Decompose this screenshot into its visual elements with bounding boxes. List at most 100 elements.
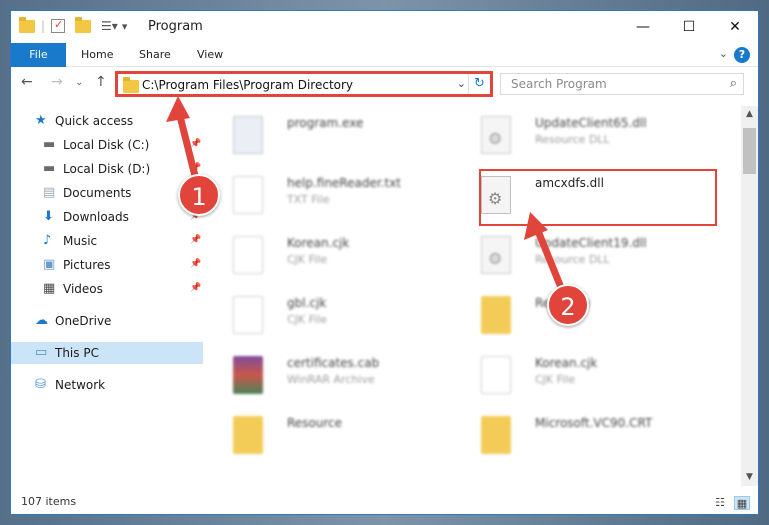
file-item[interactable]: Korean.cjk CJK File bbox=[459, 350, 699, 402]
file-item[interactable]: UpdateClient19.dll Resource DLL bbox=[459, 230, 699, 282]
file-name: Korean.cjk bbox=[287, 236, 350, 250]
file-item[interactable]: certificates.cab WinRAR Archive bbox=[211, 350, 451, 402]
address-bar[interactable]: C:\Program Files\Program Directory ⌄ ↻ bbox=[115, 71, 493, 97]
file-item[interactable]: Resource bbox=[211, 410, 451, 462]
ribbon-expand-icon[interactable]: ⌄ bbox=[719, 47, 728, 60]
window-title: Program bbox=[148, 19, 203, 34]
pin-icon[interactable]: 📌 bbox=[190, 259, 201, 269]
file-explorer-window: | ✓ ☰▾ ▾ Program — ☐ ✕ File Home Share V… bbox=[10, 10, 759, 515]
sidebar-item-label: Network bbox=[55, 378, 106, 392]
computer-icon: ▭ bbox=[35, 345, 48, 360]
scroll-up-icon[interactable]: ▲ bbox=[741, 106, 758, 123]
file-item[interactable]: UpdateClient65.dll Resource DLL bbox=[459, 110, 699, 162]
customize-toolbar-icon[interactable]: ▾ bbox=[122, 20, 128, 33]
maximize-button[interactable]: ☐ bbox=[666, 11, 712, 43]
scroll-thumb[interactable] bbox=[743, 128, 756, 174]
sidebar-item-network[interactable]: ⛁ Network bbox=[11, 374, 203, 396]
sidebar-item-music[interactable]: ♪ Music 📌 bbox=[11, 230, 203, 252]
file-list: program.exe UpdateClient65.dll Resource DL… bbox=[211, 106, 741, 486]
address-path[interactable]: C:\Program Files\Program Directory bbox=[142, 78, 353, 92]
sidebar-item-local-disk-c[interactable]: ▬ Local Disk (C:) 📌 bbox=[11, 134, 203, 156]
pin-icon[interactable]: 📌 bbox=[190, 283, 201, 293]
view-options-icon[interactable]: ☰▾ bbox=[101, 19, 118, 33]
star-icon: ★ bbox=[35, 113, 47, 128]
text-file-icon bbox=[481, 356, 511, 394]
tab-view[interactable]: View bbox=[187, 43, 233, 67]
tab-file[interactable]: File bbox=[11, 43, 66, 67]
download-icon: ⬇ bbox=[43, 209, 54, 224]
close-button[interactable]: ✕ bbox=[712, 11, 758, 43]
sidebar-item-label: OneDrive bbox=[55, 314, 112, 328]
recent-locations-icon[interactable]: ⌄ bbox=[75, 77, 83, 88]
address-dropdown-icon[interactable]: ⌄ bbox=[457, 77, 466, 90]
sidebar-item-local-disk-d[interactable]: ▬ Local Disk (D:) 📌 bbox=[11, 158, 203, 180]
file-type: Resource DLL bbox=[535, 253, 610, 266]
navigation-pane: ★ Quick access ▬ Local Disk (C:) 📌 ▬ Local Dis… bbox=[11, 106, 203, 486]
properties-icon[interactable]: ✓ bbox=[51, 18, 66, 33]
sidebar-item-documents[interactable]: ▤Documents📌 bbox=[11, 182, 203, 204]
network-icon: ⛁ bbox=[35, 377, 46, 392]
music-icon: ♪ bbox=[43, 233, 52, 248]
title-bar: | ✓ ☰▾ ▾ Program — ☐ ✕ bbox=[11, 11, 758, 43]
step-2-badge: 2 bbox=[547, 284, 589, 326]
scroll-down-icon[interactable]: ▼ bbox=[741, 469, 758, 486]
help-button[interactable]: ? bbox=[734, 47, 750, 63]
videos-icon: ▦ bbox=[43, 281, 56, 296]
search-icon: ⌕ bbox=[729, 76, 737, 91]
sidebar-item-pictures[interactable]: ▣ Pictures 📌 bbox=[11, 254, 203, 276]
toolbar-divider: | bbox=[41, 19, 46, 33]
sidebar-item-onedrive[interactable]: ☁ OneDrive bbox=[11, 310, 203, 332]
sidebar-item-videos[interactable]: ▦ Videos 📌 bbox=[11, 278, 203, 300]
quick-access-toolbar: | ✓ ☰▾ ▾ bbox=[19, 16, 128, 35]
folder-icon bbox=[481, 296, 511, 334]
file-type: WinRAR Archive bbox=[287, 373, 375, 386]
folder-icon bbox=[481, 416, 511, 454]
file-name: help.fineReader.txt bbox=[287, 176, 401, 190]
vertical-scrollbar[interactable]: ▲ ▼ bbox=[741, 106, 758, 486]
folder-icon[interactable] bbox=[19, 16, 35, 33]
file-type: Resource DLL bbox=[535, 133, 610, 146]
forward-arrow-icon[interactable]: → bbox=[51, 74, 63, 90]
sidebar-item-this-pc[interactable]: ▭ This PC bbox=[11, 342, 203, 364]
file-item[interactable]: help.fineReader.txt TXT File bbox=[211, 170, 451, 222]
pin-icon[interactable]: 📌 bbox=[190, 235, 201, 245]
text-file-icon bbox=[233, 236, 263, 274]
large-icons-view-icon[interactable]: ▦ bbox=[734, 496, 750, 510]
sidebar-item-downloads[interactable]: ⬇ Downloads 📌 bbox=[11, 206, 203, 228]
file-name: UpdateClient65.dll bbox=[535, 116, 647, 130]
sidebar-item-label: Music bbox=[63, 234, 98, 248]
file-name: certificates.cab bbox=[287, 356, 380, 370]
file-item-highlighted[interactable]: amcxdfs.dll bbox=[459, 170, 699, 222]
details-view-icon[interactable]: ☷ bbox=[712, 496, 728, 510]
documents-icon: ▤ bbox=[43, 185, 56, 200]
new-folder-icon[interactable] bbox=[75, 16, 92, 33]
pin-icon[interactable]: 📌 bbox=[190, 139, 201, 149]
search-placeholder: Search Program bbox=[511, 77, 607, 91]
file-name: Korean.cjk bbox=[535, 356, 598, 370]
pictures-icon: ▣ bbox=[43, 257, 56, 272]
file-item[interactable]: Korean.cjk CJK File bbox=[211, 230, 451, 282]
dll-file-icon bbox=[481, 176, 511, 214]
text-file-icon bbox=[233, 176, 263, 214]
file-item[interactable]: program.exe bbox=[211, 110, 451, 162]
pin-icon[interactable]: 📌 bbox=[190, 163, 201, 173]
minimize-button[interactable]: — bbox=[620, 11, 666, 43]
drive-icon: ▬ bbox=[43, 161, 56, 176]
refresh-icon[interactable]: ↻ bbox=[468, 74, 490, 94]
sidebar-item-quick-access[interactable]: ★ Quick access bbox=[11, 110, 203, 132]
sidebar-item-label: This PC bbox=[55, 346, 99, 360]
file-item[interactable]: gbl.cjk CJK File bbox=[211, 290, 451, 342]
search-input[interactable]: Search Program ⌕ bbox=[500, 73, 744, 95]
back-arrow-icon[interactable]: ← bbox=[21, 74, 33, 90]
tab-share[interactable]: Share bbox=[129, 43, 181, 67]
executable-icon bbox=[233, 116, 263, 154]
file-name: UpdateClient19.dll bbox=[535, 236, 647, 250]
tab-home[interactable]: Home bbox=[71, 43, 123, 67]
file-item[interactable]: Microsoft.VC90.CRT bbox=[459, 410, 699, 462]
navigation-bar: ← → ⌄ ↑ C:\Program Files\Program Directo… bbox=[11, 68, 758, 100]
file-name: Resource bbox=[287, 416, 343, 430]
up-arrow-icon[interactable]: ↑ bbox=[95, 74, 107, 90]
item-count: 107 items bbox=[21, 495, 77, 508]
address-folder-icon bbox=[123, 77, 139, 93]
file-name: gbl.cjk bbox=[287, 296, 327, 310]
